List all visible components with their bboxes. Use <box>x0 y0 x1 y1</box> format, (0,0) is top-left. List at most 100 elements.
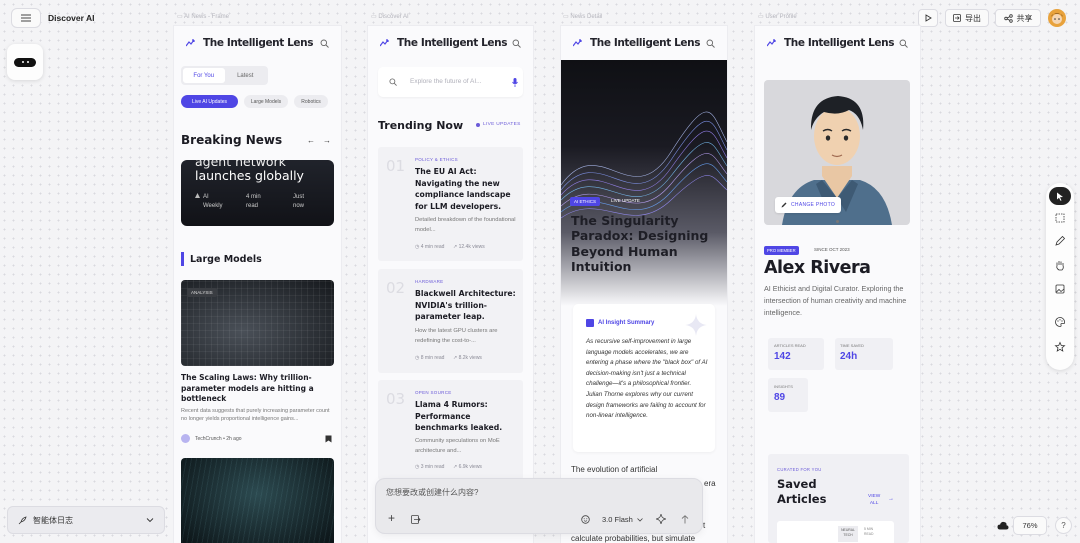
view-all-arrow-icon[interactable]: → <box>888 496 894 502</box>
cloud-icon[interactable] <box>997 521 1009 530</box>
mini-article[interactable]: NEURAL TECH 5 MIN READ <box>777 521 894 543</box>
brand-name: The Intelligent Lens <box>784 37 895 49</box>
prompt-input[interactable]: 您想要改或创建什么内容? <box>386 487 478 498</box>
article-excerpt: Recent data suggests that purely increas… <box>181 408 330 422</box>
next-arrow-icon[interactable]: → <box>323 136 331 145</box>
star-icon[interactable] <box>1054 341 1066 353</box>
mic-icon[interactable] <box>512 78 518 87</box>
agent-log-panel[interactable]: 智能体日志 <box>7 506 165 534</box>
tab-group: For You Latest <box>181 66 268 85</box>
pencil-tool-icon[interactable] <box>1054 235 1066 247</box>
item-views: ↗ 6.9k views <box>453 464 482 470</box>
frame-select-icon[interactable] <box>1054 212 1066 224</box>
item-number: 02 <box>386 279 406 297</box>
export-button[interactable]: 导出 <box>945 9 989 27</box>
stat-value: 89 <box>774 392 786 403</box>
item-read: ◷ 3 min read <box>415 464 445 470</box>
model-selector[interactable]: 3.0 Flash <box>602 515 643 524</box>
sparkle-icon <box>685 314 707 336</box>
prev-arrow-icon[interactable]: ← <box>307 136 315 145</box>
detail-title: The Singularity Paradox: Designing Beyon… <box>571 213 709 274</box>
carousel-dot <box>836 220 839 223</box>
cursor-tool[interactable] <box>1049 187 1071 205</box>
search-icon[interactable] <box>512 39 521 48</box>
tab-for-you[interactable]: For You <box>183 68 225 83</box>
insight-label: AI Insight Summary <box>598 320 655 326</box>
mini-read: 5 MIN READ <box>864 527 874 536</box>
image-tool-icon[interactable] <box>1054 283 1066 295</box>
search-icon[interactable] <box>706 39 715 48</box>
trending-item[interactable]: 01 POLICY & ETHICS The EU AI Act: Naviga… <box>378 147 523 261</box>
source-icon <box>195 193 200 198</box>
send-arrow-icon[interactable] <box>681 515 689 524</box>
hero-time: Just now <box>293 194 305 209</box>
play-button[interactable] <box>918 9 938 27</box>
menu-button[interactable] <box>11 8 41 28</box>
hero-card[interactable]: agent network launches globally AI Weekly… <box>181 160 334 226</box>
stat-card: INSIGHTS 89 <box>768 378 808 412</box>
trending-item[interactable]: 03 OPEN SOURCE Llama 4 Rumors: Performan… <box>378 380 523 480</box>
hero-read-time: 4 min read <box>246 194 261 209</box>
app-header: The Intelligent Lens <box>368 26 533 60</box>
search-input[interactable]: Explore the future of AI... <box>410 78 482 85</box>
rocket-icon <box>18 515 27 524</box>
item-read: ◷ 8 min read <box>415 355 445 361</box>
author-avatar <box>181 434 190 443</box>
frame-title-3: ▭ News Detail <box>563 14 603 20</box>
search-icon[interactable] <box>899 39 908 48</box>
change-photo-label: CHANGE PHOTO <box>791 202 836 208</box>
emoji-icon[interactable] <box>581 515 590 524</box>
profile-screen: The Intelligent Lens CHANGE PHOTO PRO ME… <box>755 26 920 543</box>
article-title[interactable]: The Scaling Laws: Why trillion-parameter… <box>181 373 333 405</box>
body-line-2-tail: t <box>703 521 706 530</box>
frame-title-4: ▭ User Profile <box>758 14 797 20</box>
item-views: ↗ 12.4k views <box>453 244 485 250</box>
discover-screen: The Intelligent Lens Explore the future … <box>368 26 533 543</box>
tab-latest[interactable]: Latest <box>225 68 267 83</box>
profile-bio: AI Ethicist and Digital Curator. Explori… <box>764 284 907 317</box>
chip-robotics[interactable]: Robotics <box>294 95 328 108</box>
large-models-title: Large Models <box>190 254 262 265</box>
palette-icon[interactable] <box>1054 316 1066 328</box>
help-button[interactable]: ? <box>1055 517 1072 534</box>
pulse-logo-icon <box>767 39 776 47</box>
trending-item[interactable]: 02 HARDWARE Blackwell Architecture: NVID… <box>378 269 523 373</box>
share-button[interactable]: 共享 <box>995 9 1041 27</box>
cursor-icon <box>1057 192 1063 201</box>
user-avatar[interactable] <box>1048 9 1066 27</box>
search-bar[interactable]: Explore the future of AI... <box>378 67 523 97</box>
zoom-control[interactable]: 76% <box>1013 516 1047 535</box>
attach-icon[interactable] <box>411 515 421 524</box>
chip-large-models[interactable]: Large Models <box>244 95 288 108</box>
view-all-link[interactable]: VIEW ALL <box>868 494 880 507</box>
prompt-box[interactable]: 您想要改或创建什么内容? + 3.0 Flash <box>375 478 703 534</box>
zoom-level: 76% <box>1022 521 1038 530</box>
bookmark-icon[interactable] <box>325 435 332 443</box>
chevron-down-icon <box>146 518 154 523</box>
share-icon <box>1003 13 1013 23</box>
hand-tool-icon[interactable] <box>1054 259 1066 271</box>
floating-widget[interactable] <box>7 44 43 80</box>
app-header: The Intelligent Lens <box>755 26 920 60</box>
breaking-news-title: Breaking News <box>181 133 283 147</box>
change-photo-button[interactable]: CHANGE PHOTO <box>775 197 842 213</box>
sparkle-tool-icon[interactable] <box>656 514 666 524</box>
pencil-icon <box>781 202 787 208</box>
chip-live-updates[interactable]: Live AI Updates <box>181 95 238 108</box>
hero-source: AI Weekly <box>203 194 223 209</box>
brand-name: The Intelligent Lens <box>203 37 314 49</box>
item-title: Llama 4 Rumors: Performance benchmarks l… <box>415 400 503 432</box>
app-header: The Intelligent Lens <box>561 26 727 60</box>
model-name: 3.0 Flash <box>602 515 633 524</box>
item-read: ◷ 4 min read <box>415 244 445 250</box>
share-label: 共享 <box>1016 13 1033 23</box>
add-icon[interactable]: + <box>388 512 395 524</box>
trending-title: Trending Now <box>378 119 464 132</box>
app-header: The Intelligent Lens <box>174 26 341 60</box>
search-icon[interactable] <box>320 39 329 48</box>
body-line-1: The evolution of artificial <box>571 465 658 474</box>
second-article-image[interactable] <box>181 458 334 543</box>
tag-ai-ethics: AI ETHICS <box>570 197 601 206</box>
ai-badge-icon <box>586 319 594 327</box>
pro-badge: PRO MEMBER <box>764 246 799 255</box>
